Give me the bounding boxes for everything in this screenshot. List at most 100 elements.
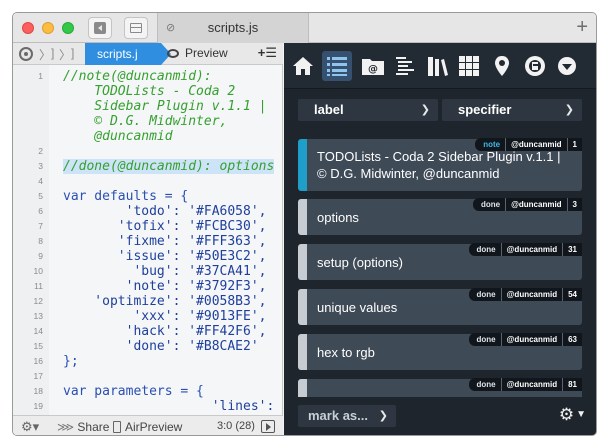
chevron-down-icon: ❯ — [420, 104, 430, 116]
code-line: 17 — [13, 369, 283, 384]
filter-selects: label ❯ specifier ❯ — [284, 89, 596, 129]
status-bar: ⚙▾ ⋙ Share AirPreview 3:0 (28) — [13, 415, 283, 435]
share-button[interactable]: ⋙ Share — [57, 420, 109, 434]
badge-type: done — [476, 290, 496, 299]
grid-icon[interactable] — [454, 51, 484, 81]
badge-line: 1 — [566, 138, 582, 151]
code-text: 'issue': '#50E3C2', — [63, 249, 267, 264]
code-line: 13 'xxx': '#9013FE', — [13, 309, 283, 324]
label-select[interactable]: label ❯ — [298, 99, 438, 121]
editor-pane: 〉 ] 〉 ] scripts.j Preview +☰ 1 //note(@du… — [13, 43, 283, 435]
share-icon: ⋙ — [57, 420, 78, 434]
svg-text:@: @ — [368, 64, 378, 75]
circle-down-icon[interactable] — [552, 51, 582, 81]
minimize-window-button[interactable] — [42, 22, 54, 34]
code-text: //note(@duncanmid): — [63, 69, 212, 84]
new-tab-button[interactable]: + — [576, 16, 588, 39]
line-number: 6 — [38, 206, 43, 216]
path-bar: 〉 ] 〉 ] scripts.j Preview +☰ — [13, 43, 283, 65]
todo-item-title: setup (options) — [317, 255, 403, 270]
todo-item-badge: done @duncanmid 3 — [472, 198, 582, 211]
preview-button[interactable]: Preview — [167, 46, 228, 60]
maximize-window-button[interactable] — [62, 22, 74, 34]
badge-user: @duncanmid — [505, 198, 566, 211]
todo-item[interactable]: TODOLists - Coda 2 Sidebar Plugin v.1.1 … — [298, 138, 582, 191]
sidebar-toggle-button[interactable] — [124, 17, 148, 39]
code-line: 1 //note(@duncanmid): — [13, 69, 283, 84]
home-icon[interactable] — [288, 51, 318, 81]
line-number: 7 — [38, 221, 43, 231]
close-window-button[interactable] — [22, 22, 34, 34]
code-line: 3 //done(@duncanmid): options — [13, 159, 283, 174]
airpreview-button[interactable]: AirPreview — [113, 420, 182, 434]
line-number: 18 — [33, 386, 43, 396]
todo-item-title: unique values — [317, 300, 398, 315]
add-menu-button[interactable]: +☰ — [258, 45, 277, 61]
pin-icon[interactable] — [487, 51, 517, 81]
todo-item-badge: note @duncanmid 1 — [475, 138, 582, 151]
code-text: Sidebar Plugin v.1.1 | — [63, 99, 267, 114]
crumb-2[interactable]: ] — [71, 46, 74, 60]
text-lines-icon[interactable] — [390, 51, 420, 81]
line-number: 2 — [38, 146, 43, 156]
badge-type: done — [480, 200, 501, 209]
books-icon[interactable] — [422, 51, 452, 81]
plugin-icon[interactable] — [520, 51, 550, 81]
cursor-position: 3:0 (28) — [217, 420, 255, 432]
folder-at-icon[interactable]: @ — [358, 51, 388, 81]
active-file-crumb[interactable]: scripts.j — [85, 43, 171, 65]
settings-button[interactable]: ⚙ ▼ — [559, 405, 586, 425]
list-icon[interactable] — [322, 51, 352, 81]
play-icon[interactable] — [261, 420, 275, 433]
code-line: 14 'hack': '#FF42F6', — [13, 324, 283, 339]
badge-user: @duncanmid — [500, 378, 562, 391]
todo-item[interactable]: options done @duncanmid 3 — [298, 198, 582, 235]
code-line: 4 — [13, 174, 283, 189]
line-number: 14 — [33, 326, 43, 336]
badge-line: 81 — [562, 378, 582, 391]
crumb-separator: 〉 — [59, 48, 72, 62]
app-window: ⊘ scripts.js + 〉 ] 〉 ] scripts.j Preview… — [12, 12, 597, 436]
todo-item-badge: done @duncanmid 81 — [468, 378, 582, 391]
todo-item[interactable]: done @duncanmid 81 — [298, 378, 582, 397]
chevron-down-icon: ❯ — [564, 104, 574, 116]
todo-item[interactable]: setup (options) done @duncanmid 31 — [298, 243, 582, 280]
badge-user: @duncanmid — [500, 288, 562, 301]
sites-button[interactable] — [88, 17, 112, 39]
crumb-1[interactable]: ] — [51, 46, 54, 60]
code-line: 6 'todo': '#FA6058', — [13, 204, 283, 219]
todo-item[interactable]: unique values done @duncanmid 54 — [298, 288, 582, 325]
mark-as-select[interactable]: mark as... ❯ — [298, 405, 396, 427]
code-text: @duncanmid — [63, 129, 173, 144]
badge-user: @duncanmid — [505, 138, 566, 151]
code-line: 16}; — [13, 354, 283, 369]
mark-as-label: mark as... — [308, 408, 368, 423]
code-text: var parameters = { — [63, 384, 204, 399]
code-line: © D.G. Midwinter, — [13, 114, 283, 129]
code-text: var defaults = { — [63, 189, 189, 204]
code-line: TODOLists - Coda 2 — [13, 84, 283, 99]
line-number: 1 — [38, 71, 43, 81]
code-line: 7 'tofix': '#FCBC30', — [13, 219, 283, 234]
code-line: 18 var parameters = { — [13, 384, 283, 399]
todo-list: TODOLists - Coda 2 Sidebar Plugin v.1.1 … — [284, 129, 596, 397]
todo-item[interactable]: hex to rgb done @duncanmid 63 — [298, 333, 582, 370]
tab-scripts-js[interactable]: ⊘ scripts.js — [157, 13, 309, 43]
gear-icon[interactable]: ⚙▾ — [21, 419, 39, 435]
code-text: 'hack': '#FF42F6', — [63, 324, 267, 339]
code-text: 'tofix': '#FCBC30', — [63, 219, 267, 234]
code-line: 15 'done': '#B8CAE2' — [13, 339, 283, 354]
line-number: 13 — [33, 311, 43, 321]
badge-user: @duncanmid — [500, 333, 562, 346]
code-text: 'done': '#B8CAE2' — [63, 339, 259, 354]
chevron-down-icon: ❯ — [378, 410, 388, 422]
todo-item-badge: done @duncanmid 31 — [468, 243, 582, 256]
tab-close-icon[interactable]: ⊘ — [166, 13, 175, 43]
specifier-select[interactable]: specifier ❯ — [442, 99, 582, 121]
share-label: Share — [77, 420, 110, 434]
badge-type: done — [476, 335, 496, 344]
navigator-icon[interactable] — [19, 47, 33, 61]
code-view[interactable]: 1//note(@duncanmid): TODOLists - Coda 2 … — [13, 65, 283, 415]
line-number: 8 — [38, 236, 43, 246]
code-text: //done(@duncanmid): options — [63, 159, 275, 174]
